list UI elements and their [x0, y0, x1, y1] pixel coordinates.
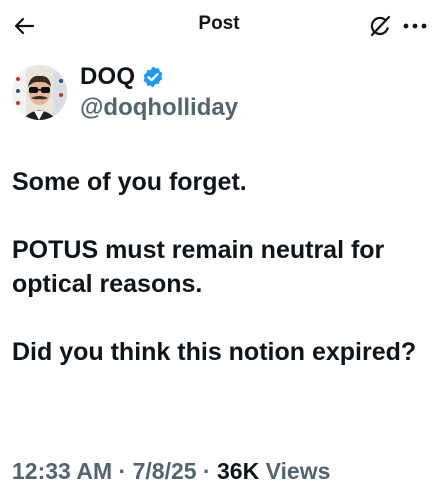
avatar[interactable] — [12, 65, 67, 120]
top-bar: Post — [0, 0, 438, 52]
author-name-row: DOQ — [80, 62, 165, 92]
grok-button[interactable] — [367, 13, 393, 39]
author-display-name[interactable]: DOQ — [80, 63, 135, 91]
arrow-left-icon — [14, 17, 35, 35]
post-metadata: 12:33 AM · 7/8/25 · 36K Views — [12, 458, 330, 485]
post-date[interactable]: 7/8/25 — [133, 458, 197, 484]
more-horizontal-icon — [403, 23, 427, 29]
views-label: Views — [259, 458, 331, 484]
post-time[interactable]: 12:33 AM — [12, 458, 112, 484]
back-button[interactable] — [10, 12, 38, 40]
post-text: Some of you forget. POTUS must remain ne… — [12, 165, 432, 403]
post-paragraph: Did you think this notion expired? — [12, 338, 417, 366]
grok-icon — [370, 15, 391, 37]
views-count[interactable]: 36K — [217, 458, 259, 484]
separator-dot: · — [196, 458, 217, 484]
author-handle[interactable]: @doqholliday — [80, 94, 238, 122]
separator-dot: · — [112, 458, 133, 484]
verified-badge-icon — [141, 65, 165, 89]
more-options-button[interactable] — [400, 13, 430, 39]
post-paragraph: POTUS must remain neutral for optical re… — [12, 236, 385, 298]
post-paragraph: Some of you forget. — [12, 168, 247, 196]
avatar-image — [12, 65, 67, 120]
